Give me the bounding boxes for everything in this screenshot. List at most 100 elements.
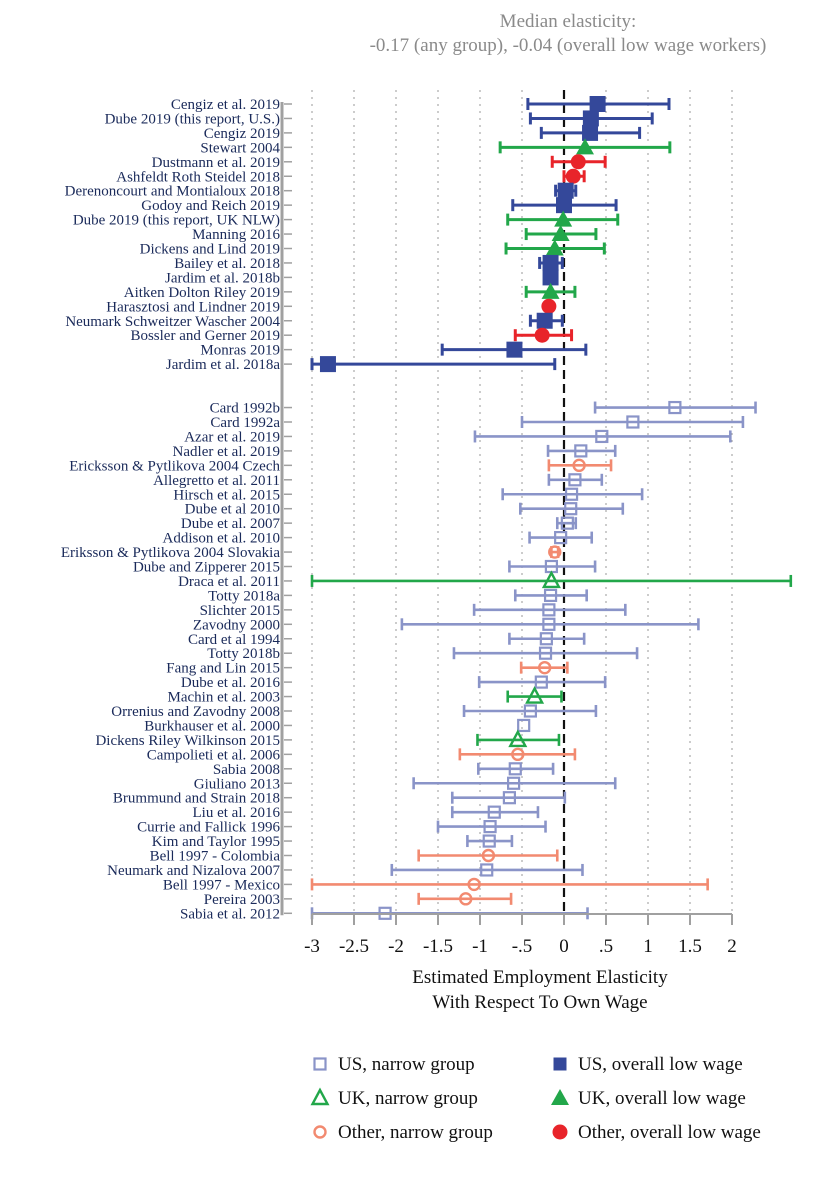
- study-estimate: [501, 487, 644, 501]
- study-estimate: [593, 400, 757, 415]
- x-tick-label: -2: [388, 936, 404, 957]
- study-estimate: [504, 239, 606, 256]
- study-estimate: [547, 458, 613, 473]
- x-tick-label: -2.5: [339, 936, 369, 957]
- legend-label: UK, overall low wage: [578, 1088, 746, 1109]
- legend-label: US, overall low wage: [578, 1054, 743, 1075]
- marker-circle-filled: [552, 1124, 568, 1140]
- study-estimate: [554, 182, 578, 199]
- legend-item: UK, narrow group: [310, 1087, 478, 1109]
- study-estimate: [436, 819, 547, 834]
- study-estimate: [417, 848, 559, 863]
- legend-item: US, narrow group: [313, 1054, 475, 1075]
- study-estimate: [528, 110, 654, 127]
- grid-lines: [311, 90, 733, 912]
- marker-square-filled: [582, 110, 599, 127]
- marker-square-filled: [556, 197, 572, 214]
- study-estimate: [517, 718, 531, 733]
- study-estimate: [524, 282, 577, 299]
- x-tick-label: -1: [472, 936, 488, 957]
- legend-item: Other, narrow group: [313, 1122, 493, 1143]
- legend-label: Other, overall low wage: [578, 1122, 761, 1143]
- marker-square-filled: [582, 124, 599, 141]
- study-estimate: [417, 892, 513, 906]
- study-labels: Cengiz et al. 2019Dube 2019 (this report…: [61, 97, 281, 922]
- marker-square-hollow: [517, 718, 531, 733]
- legend-label: UK, narrow group: [338, 1088, 478, 1109]
- x-tick-label: -1.5: [423, 936, 453, 957]
- study-estimate: [450, 791, 567, 805]
- study-estimate: [538, 254, 564, 271]
- x-axis-title: Estimated Employment Elasticity With Res…: [412, 967, 668, 1013]
- study-estimate: [524, 225, 598, 242]
- y-axis: [280, 102, 292, 916]
- study-estimate: [472, 603, 627, 617]
- marker-square-filled: [542, 254, 559, 271]
- x-axis-title-line-1: Estimated Employment Elasticity: [412, 967, 668, 988]
- x-axis-title-line-2: With Respect To Own Wage: [432, 992, 647, 1013]
- study-estimate: [506, 210, 620, 227]
- study-estimate: [528, 530, 594, 545]
- marker-square-filled: [589, 96, 606, 112]
- estimates: [310, 96, 793, 920]
- legend-label: US, narrow group: [338, 1054, 475, 1075]
- x-tick-label: -3: [304, 936, 320, 957]
- marker-square-filled: [506, 341, 523, 358]
- study-label: Sabia et al. 2012: [180, 906, 280, 922]
- study-estimate: [511, 197, 618, 214]
- marker-circle-filled: [565, 168, 581, 184]
- study-estimate: [519, 660, 569, 675]
- study-estimate: [513, 588, 588, 603]
- marker-square-filled: [557, 182, 574, 199]
- marker-square-filled: [536, 312, 553, 329]
- study-estimate: [520, 415, 745, 429]
- marker-circle-hollow: [313, 1125, 327, 1139]
- study-estimate: [519, 502, 625, 516]
- annotation-line-2: -0.17 (any group), -0.04 (overall low wa…: [370, 35, 767, 56]
- annotation-line-1: Median elasticity:: [500, 11, 637, 32]
- study-estimate: [477, 762, 555, 776]
- study-estimate: [466, 834, 514, 848]
- study-estimate: [462, 704, 598, 718]
- study-estimate: [473, 429, 732, 444]
- study-estimate: [562, 168, 586, 184]
- study-estimate: [539, 124, 642, 141]
- forest-plot: Median elasticity: -0.17 (any group), -0…: [61, 11, 793, 1143]
- x-axis: -3 -2.5 -2 -1.5 -1 -.5 0 .5 1 1.5 2: [304, 913, 737, 957]
- study-estimate: [541, 298, 557, 314]
- x-tick-label: -.5: [512, 936, 533, 957]
- x-tick-label: 2: [727, 936, 737, 957]
- study-estimate: [310, 356, 557, 373]
- study-estimate: [548, 545, 562, 559]
- study-estimate: [310, 570, 793, 589]
- study-estimate: [508, 559, 597, 574]
- study-label: Jardim et al. 2018a: [166, 357, 280, 373]
- legend-item: US, overall low wage: [553, 1054, 743, 1075]
- legend: US, narrow group US, overall low wage UK, …: [310, 1054, 761, 1143]
- study-estimate: [477, 675, 607, 689]
- study-estimate: [546, 444, 617, 458]
- marker-triangle-hollow: [310, 1087, 330, 1106]
- marker-square-filled: [319, 356, 336, 373]
- study-estimate: [547, 473, 604, 487]
- study-estimate: [506, 686, 563, 704]
- x-tick-label: 1: [643, 936, 653, 957]
- study-estimate: [476, 729, 561, 748]
- marker-square-filled: [553, 1057, 567, 1071]
- study-estimate: [498, 138, 672, 155]
- x-tick-label: 1.5: [678, 936, 702, 957]
- study-estimate: [400, 617, 700, 631]
- study-estimate: [528, 312, 564, 329]
- marker-circle-filled: [570, 154, 586, 170]
- x-tick-label: .5: [599, 936, 613, 957]
- legend-item: Other, overall low wage: [552, 1122, 761, 1143]
- study-estimate: [550, 154, 607, 170]
- study-estimate: [412, 776, 617, 790]
- study-estimate: [452, 646, 639, 660]
- median-annotation: Median elasticity: -0.17 (any group), -0…: [370, 11, 767, 56]
- study-estimate: [458, 747, 577, 762]
- marker-triangle-filled: [551, 1089, 569, 1105]
- study-estimate: [555, 516, 578, 530]
- marker-square-hollow: [313, 1057, 327, 1071]
- marker-circle-filled: [541, 298, 557, 314]
